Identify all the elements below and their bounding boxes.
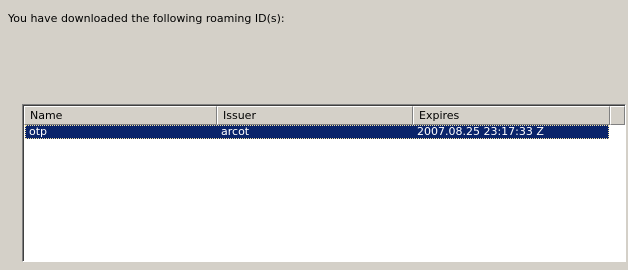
cell-expires: 2007.08.25 23:17:33 Z [417,125,544,138]
column-header-name[interactable]: Name [24,106,217,125]
list-row-otp[interactable]: otp arcot 2007.08.25 23:17:33 Z [25,125,609,139]
list-view-frame: Name Issuer Expires otp arcot 2007.08.25… [23,105,625,261]
list-header: Name Issuer Expires [24,106,625,125]
intro-label: You have downloaded the following roamin… [8,12,285,25]
cell-name: otp [29,125,48,138]
roaming-id-list[interactable]: Name Issuer Expires otp arcot 2007.08.25… [22,104,626,262]
roaming-id-dialog: { "intro": { "text": "You have downloade… [0,0,628,270]
cell-issuer: arcot [221,125,250,138]
column-header-filler [610,106,625,125]
list-rows: otp arcot 2007.08.25 23:17:33 Z [24,125,625,261]
column-header-expires[interactable]: Expires [413,106,610,125]
column-header-issuer[interactable]: Issuer [217,106,413,125]
